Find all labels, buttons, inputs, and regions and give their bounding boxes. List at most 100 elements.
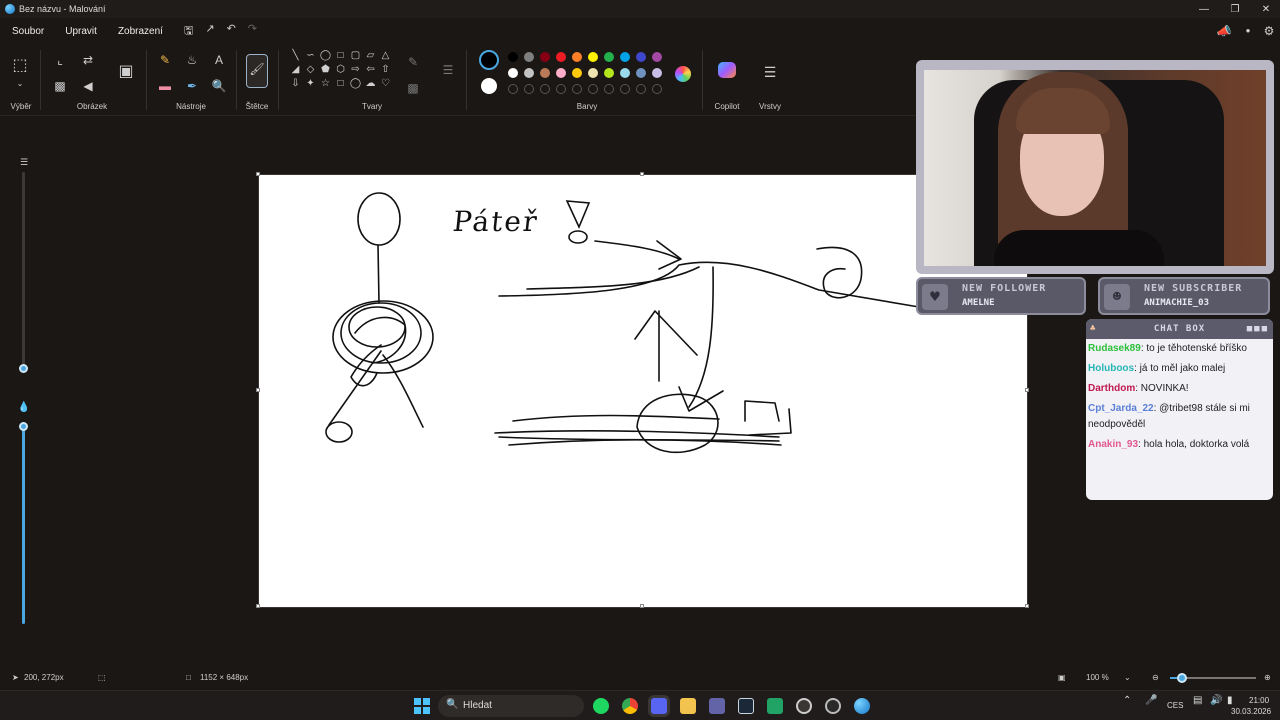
diamond-shape-icon[interactable]: ◇ [303,64,318,78]
discord-icon[interactable] [651,698,667,714]
stroke-size-knob[interactable] [19,364,28,373]
resize-handle-br[interactable] [1025,604,1029,608]
primary-color[interactable] [479,50,499,70]
brushes-button[interactable]: 🖌 [246,54,268,88]
oval-shape-icon[interactable]: ◯ [318,50,333,64]
menu-edit[interactable]: Upravit [53,26,106,37]
zoom-level[interactable]: 100 % [1086,673,1109,682]
steam-icon[interactable] [738,698,754,714]
edit-colors-button[interactable] [675,66,691,82]
shapes-gallery[interactable]: ╲ ∽ ◯ □ ▢ ▱ △ ◢ ◇ ⬟ ⬡ ⇨ ⇦ ⇧ ⇩ ✦ ☆ □ ◯ ☁ ♡ [288,50,393,92]
heart-shape-icon[interactable]: ♡ [378,78,393,92]
pencil-icon[interactable]: ✎ [157,52,173,68]
resize-handle-tl[interactable] [256,172,260,176]
selection-chevron-icon[interactable]: ⌄ [12,76,28,92]
crop-icon[interactable]: ⌞ [52,52,68,68]
spreadsheet-icon[interactable] [767,698,783,714]
zoom-slider-knob[interactable] [1177,673,1187,683]
resize-handle-bottom[interactable] [640,604,644,608]
custom-color-slot[interactable] [588,84,598,94]
rounded-rect-shape-icon[interactable]: ▢ [348,50,363,64]
color-swatch[interactable] [588,52,598,62]
custom-color-slot[interactable] [556,84,566,94]
menu-file[interactable]: Soubor [0,26,53,37]
color-swatch[interactable] [620,68,630,78]
language-indicator[interactable]: CES [1167,701,1183,710]
pentagon-shape-icon[interactable]: ⬟ [318,64,333,78]
copilot-icon[interactable] [718,62,736,78]
custom-color-slot[interactable] [572,84,582,94]
magnifier-icon[interactable]: 🔍 [211,78,227,94]
color-picker-icon[interactable]: ✒ [184,78,200,94]
polygon-shape-icon[interactable]: ▱ [363,50,378,64]
arrow-up-shape-icon[interactable]: ⇧ [378,64,393,78]
color-swatch[interactable] [636,68,646,78]
menu-view[interactable]: Zobrazení [106,26,172,37]
redo-icon[interactable]: ↷ [248,22,257,41]
right-triangle-shape-icon[interactable]: ◢ [288,64,303,78]
stroke-size-icon[interactable]: ☰ [440,62,456,78]
secondary-color[interactable] [481,78,497,94]
five-star-shape-icon[interactable]: ☆ [318,78,333,92]
custom-color-slot[interactable] [604,84,614,94]
account-icon[interactable]: ● [1240,23,1256,39]
save-icon[interactable]: 🖫 [184,22,193,41]
tray-chevron-icon[interactable]: ⌃ [1123,695,1131,706]
color-swatch[interactable] [508,68,518,78]
opacity-track[interactable] [22,422,25,624]
resize-handle-top[interactable] [640,172,644,176]
undo-icon[interactable]: ↶ [227,22,236,41]
outline-icon[interactable]: ✎ [405,54,421,70]
obs-icon[interactable] [796,698,812,714]
custom-color-slot[interactable] [652,84,662,94]
opacity-knob[interactable] [19,422,28,431]
resize-handle-left[interactable] [256,388,260,392]
microphone-icon[interactable]: 🎤 [1145,695,1157,706]
color-swatch[interactable] [572,68,582,78]
color-swatch[interactable] [524,52,534,62]
maximize-button[interactable]: ❐ [1219,0,1251,18]
eraser-icon[interactable]: ▬ [157,78,173,94]
paint-taskbar-icon[interactable] [854,698,870,714]
color-swatch[interactable] [652,52,662,62]
file-explorer-icon[interactable] [680,698,696,714]
arrow-down-shape-icon[interactable]: ⇩ [288,78,303,92]
color-swatch[interactable] [524,68,534,78]
color-swatch[interactable] [604,68,614,78]
arrow-left-shape-icon[interactable]: ⇦ [363,64,378,78]
color-swatch[interactable] [556,68,566,78]
close-button[interactable]: ✕ [1250,0,1280,18]
clock-date[interactable]: 30.03.2026 [1231,707,1271,716]
battery-icon[interactable]: ▮ [1227,695,1233,706]
curve-shape-icon[interactable]: ∽ [303,50,318,64]
custom-color-slot[interactable] [620,84,630,94]
color-swatch[interactable] [508,52,518,62]
ccleaner-icon[interactable] [825,698,841,714]
resize-icon[interactable]: ⇄ [80,52,96,68]
custom-color-slot[interactable] [636,84,646,94]
rectangle-shape-icon[interactable]: □ [333,50,348,64]
spotify-icon[interactable] [593,698,609,714]
text-tool-icon[interactable]: A [211,52,227,68]
color-swatch[interactable] [572,52,582,62]
image-select-icon[interactable]: ▣ [118,64,134,80]
four-star-shape-icon[interactable]: ✦ [303,78,318,92]
network-icon[interactable]: ▤ [1193,695,1202,706]
fit-to-window-icon[interactable]: ▣ [1058,673,1066,682]
resize-handle-right[interactable] [1025,388,1029,392]
arrow-right-shape-icon[interactable]: ⇨ [348,64,363,78]
stroke-size-track[interactable] [22,172,25,372]
share-icon[interactable]: ↗ [205,22,214,41]
color-swatch[interactable] [588,68,598,78]
callout-oval-shape-icon[interactable]: ◯ [348,78,363,92]
custom-color-slot[interactable] [508,84,518,94]
selection-tool-icon[interactable]: ⬚ [12,58,28,74]
minimize-button[interactable]: — [1188,0,1220,18]
zoom-in-icon[interactable]: ⊕ [1264,673,1271,682]
layers-icon[interactable]: ☰ [762,64,778,80]
color-swatch[interactable] [556,52,566,62]
volume-icon[interactable]: 🔊 [1210,695,1222,706]
image-options-icon[interactable]: ▩ [52,78,68,94]
fill-icon[interactable]: ▩ [405,80,421,96]
zoom-dropdown-icon[interactable]: ⌄ [1124,673,1131,682]
